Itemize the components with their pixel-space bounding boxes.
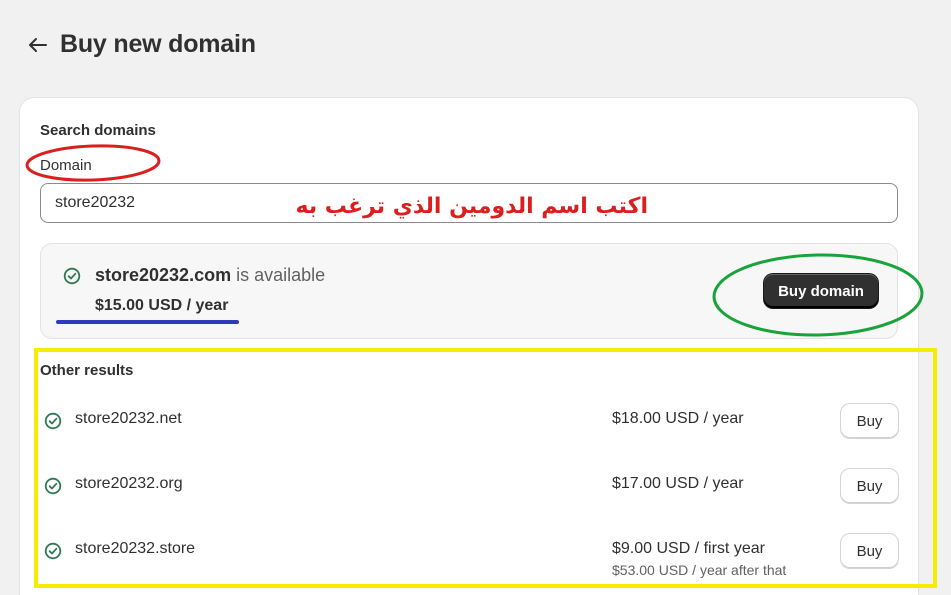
check-circle-icon — [44, 542, 62, 560]
result-row: store20232.org $17.00 USD / year Buy — [0, 469, 951, 533]
result-renewal-price: $53.00 USD / year after that — [612, 562, 787, 578]
page-title: Buy new domain — [60, 30, 256, 58]
result-row: store20232.net $18.00 USD / year Buy — [0, 404, 951, 468]
arabic-annotation-text: اكتب اسم الدومين الذي ترغب به — [295, 194, 648, 219]
available-domain-text: store20232.com is available — [95, 265, 325, 286]
result-price: $9.00 USD / first year — [612, 540, 765, 557]
page: Buy new domain Search domains Domain اكت… — [0, 0, 951, 595]
domain-field-label: Domain — [40, 157, 92, 174]
result-price: $17.00 USD / year — [612, 475, 744, 492]
other-results-title: Other results — [40, 362, 134, 379]
back-button[interactable] — [24, 34, 52, 60]
available-status: is available — [231, 265, 326, 285]
result-row: store20232.store $9.00 USD / first year … — [0, 534, 951, 595]
result-domain-name: store20232.store — [75, 540, 196, 557]
check-circle-icon — [63, 267, 81, 285]
buy-button[interactable]: Buy — [841, 404, 898, 438]
buy-domain-button[interactable]: Buy domain — [764, 274, 878, 308]
buy-button[interactable]: Buy — [841, 534, 898, 568]
check-circle-icon — [44, 412, 62, 430]
check-circle-icon — [44, 477, 62, 495]
blue-highlight-underline — [56, 320, 239, 324]
available-domain-price: $15.00 USD / year — [95, 297, 229, 314]
buy-button[interactable]: Buy — [841, 469, 898, 503]
search-domains-title: Search domains — [40, 122, 156, 139]
result-domain-name: store20232.net — [75, 410, 182, 427]
arrow-left-icon — [28, 37, 48, 58]
result-price: $18.00 USD / year — [612, 410, 744, 427]
result-domain-name: store20232.org — [75, 475, 183, 492]
available-domain-name: store20232.com — [95, 265, 232, 285]
